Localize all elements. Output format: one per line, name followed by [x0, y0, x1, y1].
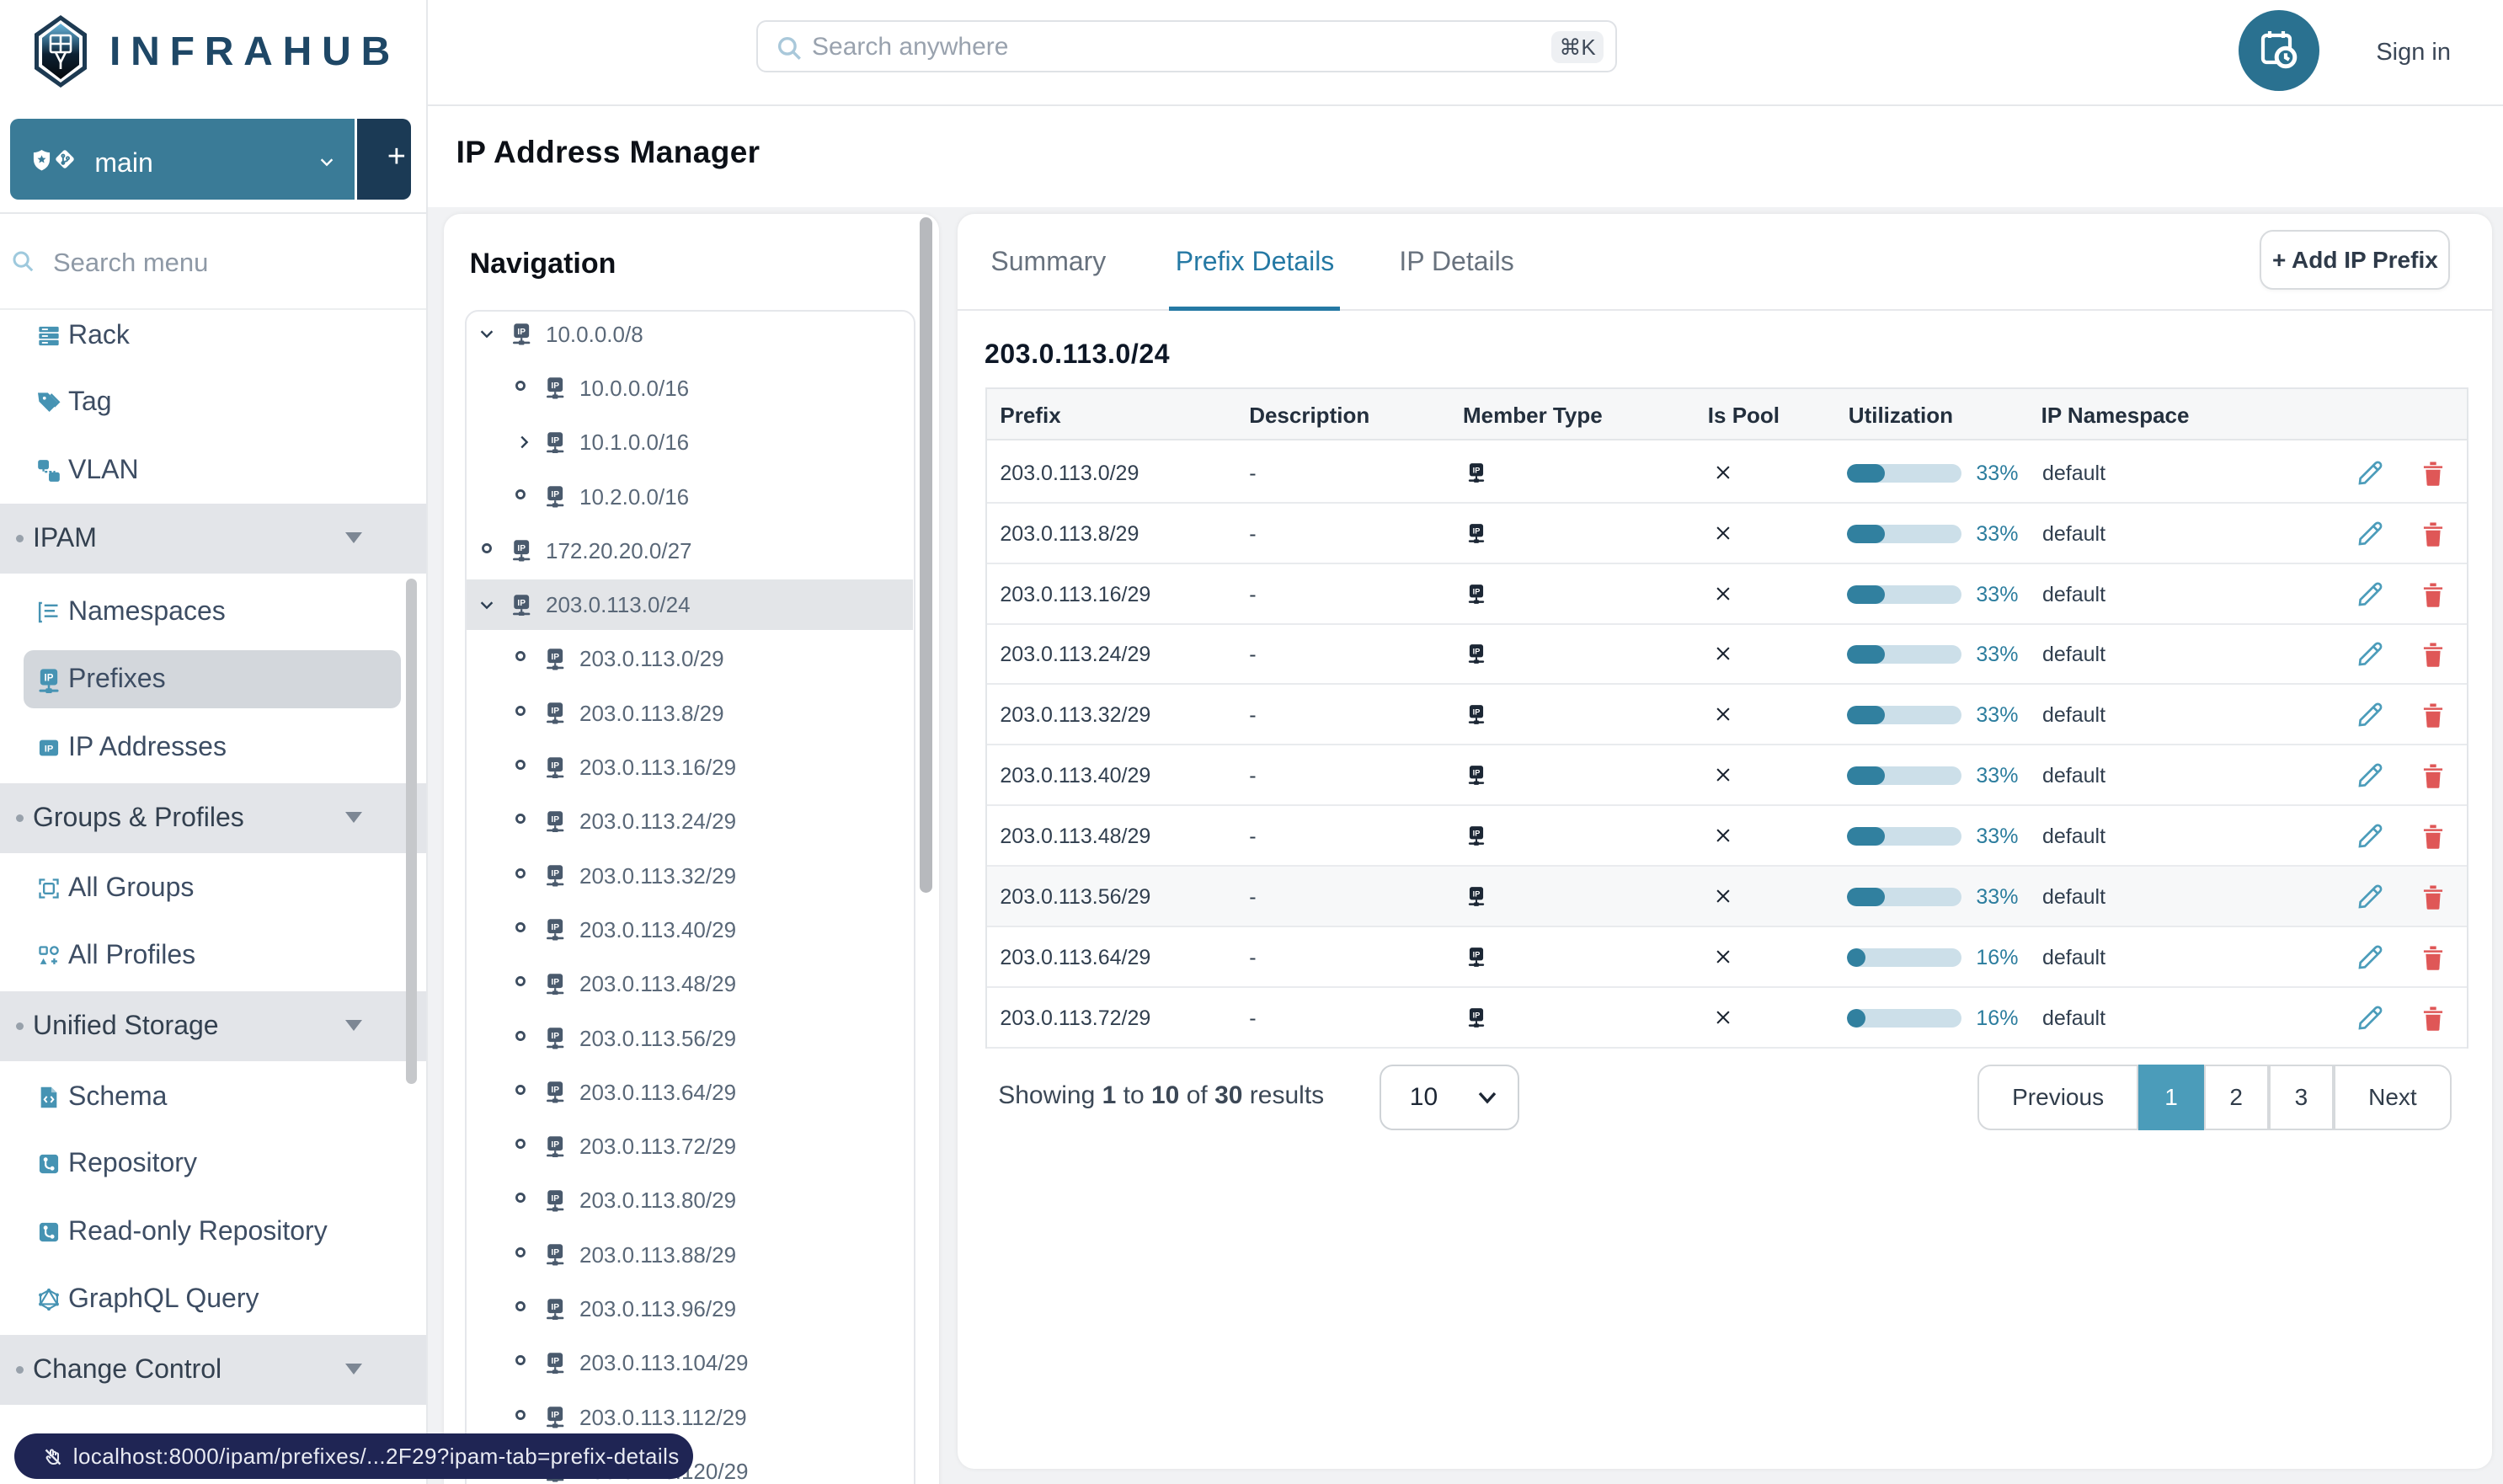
svg-text:IP: IP — [45, 744, 54, 754]
svg-text:IP: IP — [1472, 1011, 1480, 1019]
svg-text:IP: IP — [551, 1140, 559, 1150]
svg-text:IP: IP — [551, 707, 559, 716]
svg-text:IP: IP — [1472, 769, 1480, 777]
svg-text:IP: IP — [517, 544, 526, 553]
svg-text:IP: IP — [45, 673, 54, 683]
svg-text:IP: IP — [1472, 830, 1480, 838]
svg-text:IP: IP — [551, 1086, 559, 1095]
svg-text:IP: IP — [1472, 648, 1480, 656]
svg-text:IP: IP — [551, 1194, 559, 1204]
svg-text:IP: IP — [551, 761, 559, 771]
svg-text:IP: IP — [1472, 950, 1480, 958]
svg-text:IP: IP — [551, 436, 559, 446]
svg-text:IP: IP — [1472, 526, 1480, 535]
svg-text:IP: IP — [517, 328, 526, 337]
svg-text:IP: IP — [1472, 708, 1480, 717]
svg-text:IP: IP — [551, 1248, 559, 1257]
svg-text:IP: IP — [551, 653, 559, 662]
svg-text:IP: IP — [551, 1303, 559, 1312]
svg-text:IP: IP — [551, 869, 559, 878]
svg-text:IP: IP — [1472, 890, 1480, 899]
svg-text:IP: IP — [517, 599, 526, 608]
svg-text:IP: IP — [551, 923, 559, 932]
svg-text:IP: IP — [551, 1357, 559, 1366]
svg-text:IP: IP — [551, 382, 559, 391]
svg-text:IP: IP — [551, 978, 559, 987]
svg-text:IP: IP — [551, 490, 559, 499]
svg-text:IP: IP — [551, 1032, 559, 1041]
svg-text:IP: IP — [551, 815, 559, 825]
svg-text:IP: IP — [1472, 466, 1480, 474]
svg-text:IP: IP — [1472, 587, 1480, 595]
svg-text:IP: IP — [551, 1411, 559, 1420]
